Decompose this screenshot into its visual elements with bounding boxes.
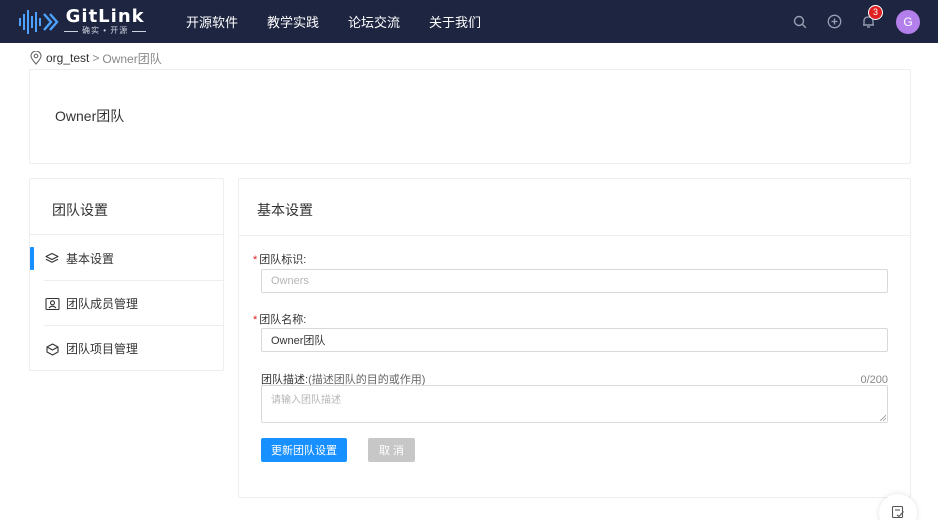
team-title-panel: Owner团队: [29, 69, 911, 164]
team-identifier-label: * 团队标识:: [253, 254, 307, 266]
project-box-icon: [44, 341, 60, 357]
member-card-icon: [44, 296, 60, 312]
team-description-textarea[interactable]: 请输入团队描述: [261, 385, 888, 423]
sidebar-item-label: 团队成员管理: [66, 297, 139, 311]
layers-icon: [44, 251, 60, 267]
search-icon[interactable]: [792, 14, 808, 30]
basic-settings-panel: 基本设置 * 团队标识: Owners * 团队名称: Owner团队 团队描述:(…: [238, 178, 911, 498]
top-header: GitLink 确实 • 开源 开源软件 教学实践 论坛交流 关于我们 3 G: [0, 0, 938, 43]
team-identifier-input[interactable]: Owners: [261, 269, 888, 293]
section-divider: [239, 235, 910, 236]
logo-name: GitLink: [65, 6, 145, 27]
nav-forum[interactable]: 论坛交流: [348, 12, 400, 31]
feedback-edit-icon: [891, 505, 904, 519]
feedback-float-button[interactable]: [879, 494, 917, 520]
page-title: Owner团队: [55, 108, 125, 124]
cancel-button[interactable]: 取 消: [368, 438, 415, 462]
logo-waveform-icon: [19, 10, 59, 34]
nav-open-source[interactable]: 开源软件: [186, 12, 238, 31]
logo-tagline: 确实 • 开源: [64, 26, 147, 36]
main-nav: 开源软件 教学实践 论坛交流 关于我们: [186, 0, 510, 43]
sidebar-item-team-members[interactable]: 团队成员管理: [30, 281, 223, 326]
sidebar-title: 团队设置: [52, 202, 108, 218]
notification-badge: 3: [868, 4, 883, 20]
breadcrumb: org_test > Owner团队: [30, 50, 162, 66]
sidebar-item-label: 基本设置: [66, 252, 115, 266]
gitlink-logo[interactable]: GitLink 确实 • 开源: [18, 6, 147, 36]
add-circle-icon[interactable]: [826, 14, 842, 30]
update-team-settings-button[interactable]: 更新团队设置: [261, 438, 347, 462]
section-title: 基本设置: [257, 202, 313, 218]
sidebar-item-basic-settings[interactable]: 基本设置: [30, 236, 223, 281]
breadcrumb-separator: >: [92, 51, 100, 65]
settings-sidebar: 团队设置 基本设置 团队成员管理 团队项目管理: [29, 178, 224, 371]
description-placeholder: 请输入团队描述: [271, 395, 341, 406]
nav-about[interactable]: 关于我们: [429, 12, 481, 31]
sidebar-item-label: 团队项目管理: [66, 342, 139, 356]
nav-teaching[interactable]: 教学实践: [267, 12, 319, 31]
sidebar-item-team-projects[interactable]: 团队项目管理: [30, 326, 223, 371]
header-actions: 3 G: [774, 0, 920, 43]
location-pin-icon: [30, 51, 42, 65]
required-asterisk: *: [253, 254, 258, 266]
team-name-input[interactable]: Owner团队: [261, 328, 888, 352]
team-name-label: * 团队名称:: [253, 314, 307, 326]
resize-handle-icon[interactable]: [880, 415, 886, 421]
breadcrumb-org-link[interactable]: org_test: [46, 51, 89, 65]
user-avatar[interactable]: G: [896, 9, 920, 34]
breadcrumb-current: Owner团队: [102, 51, 162, 66]
sidebar-divider: [30, 234, 223, 235]
active-indicator: [30, 247, 34, 270]
notifications-button[interactable]: 3: [860, 4, 883, 30]
required-asterisk: *: [253, 314, 258, 326]
